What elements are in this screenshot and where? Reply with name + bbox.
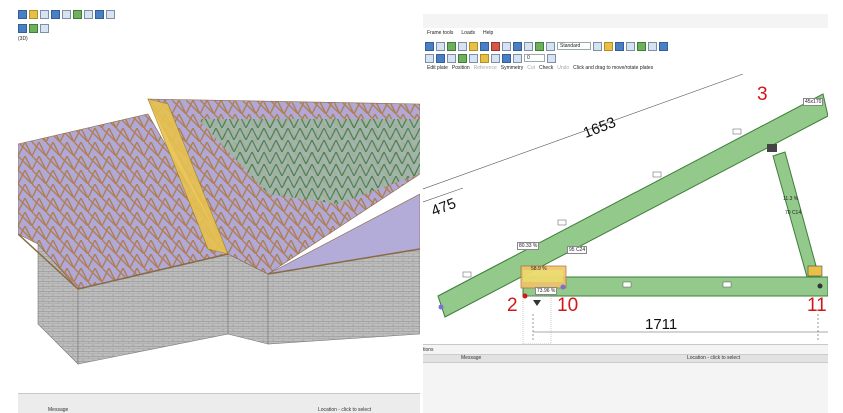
hint-bar: Edit plate Position Reference Symmetry C…: [427, 65, 653, 71]
toolbar-row-2: [18, 22, 49, 34]
print-icon[interactable]: [513, 53, 522, 63]
messages-panel: tions Message Location - click to select: [423, 344, 828, 413]
pen-icon[interactable]: [626, 41, 636, 51]
zoom-box-icon[interactable]: [62, 9, 71, 19]
pan-icon[interactable]: [18, 9, 27, 19]
toolbar-secondary: 0: [425, 52, 556, 64]
messages-panel-title: tions: [423, 347, 434, 353]
table-icon[interactable]: [447, 53, 456, 63]
menu-loads[interactable]: Loads: [461, 30, 475, 36]
hint-symmetry[interactable]: Symmetry: [501, 65, 524, 71]
square-icon[interactable]: [615, 41, 625, 51]
frame-icon[interactable]: [659, 41, 669, 51]
hint-reference[interactable]: Reference: [474, 65, 497, 71]
brush-icon[interactable]: [29, 9, 38, 19]
export-icon[interactable]: [502, 53, 511, 63]
plate-annotation-3: 73.96 %: [535, 287, 558, 295]
grid-icon[interactable]: [524, 41, 533, 51]
status-message-header: Message: [48, 407, 69, 413]
messages-header-row: Message Location - click to select: [423, 354, 828, 363]
rotate-icon[interactable]: [84, 9, 93, 19]
select-icon[interactable]: [40, 9, 49, 19]
plate-size-label: 95 C24: [567, 246, 588, 254]
hint-check[interactable]: Check: [539, 65, 553, 71]
select-icon[interactable]: [425, 41, 434, 51]
hint-instruction: Click and drag to move/rotate plates: [573, 65, 654, 71]
status-location-header[interactable]: Location - click to select: [318, 407, 371, 413]
dimension-icon[interactable]: [546, 41, 555, 51]
pencil-icon[interactable]: [648, 41, 658, 51]
menu-bar: Frame tools Loads Help: [423, 14, 828, 36]
grid-icon[interactable]: [18, 23, 27, 33]
dropdown-icon[interactable]: [593, 41, 603, 51]
dimension-1711[interactable]: 1711: [645, 316, 677, 333]
list-icon[interactable]: [469, 53, 478, 63]
right-truss-editor: Frame tools Loads Help Standard 0 Edit p…: [423, 14, 828, 413]
view-tab-label[interactable]: (3D): [18, 36, 28, 42]
snap-icon[interactable]: [29, 23, 38, 33]
hint-position[interactable]: Position: [452, 65, 470, 71]
node-icon[interactable]: [458, 41, 467, 51]
hint-edit-plate[interactable]: Edit plate: [427, 65, 448, 71]
rafter-size-label: 45x170: [803, 98, 824, 106]
messages-col-message: Message: [461, 355, 482, 361]
fit-icon[interactable]: [95, 9, 104, 19]
plate-annotation-2: 58.9 %: [531, 266, 547, 272]
zoom-icon[interactable]: [51, 9, 60, 19]
layer-icon[interactable]: [106, 9, 115, 19]
plate-icon[interactable]: [535, 41, 544, 51]
check-icon[interactable]: [637, 41, 647, 51]
copy-icon[interactable]: [502, 41, 511, 51]
node-label-3: 3: [757, 84, 768, 105]
paint-icon[interactable]: [469, 41, 478, 51]
menu-help[interactable]: Help: [483, 30, 493, 36]
node-label-11: 11: [807, 295, 827, 316]
hint-cut[interactable]: Cut: [527, 65, 535, 71]
toolbar-main: Standard: [425, 40, 669, 52]
roof-3d-model: [18, 44, 420, 404]
left-3d-window: (3D) Message Location - click to select: [18, 0, 420, 413]
chart-icon[interactable]: [436, 53, 445, 63]
mirror-icon[interactable]: [513, 41, 522, 51]
zoom-icon[interactable]: [480, 41, 489, 51]
web-utilisation-label: 11.3 %: [783, 196, 799, 202]
delete-icon[interactable]: [491, 41, 500, 51]
plate-annotation-1: 80.33 %: [517, 242, 540, 250]
node-label-10: 10: [557, 295, 579, 316]
measure-icon[interactable]: [73, 9, 82, 19]
value-field[interactable]: 0: [524, 54, 545, 62]
settings-icon[interactable]: [40, 23, 49, 33]
messages-col-location[interactable]: Location - click to select: [687, 355, 740, 361]
web-size-label: 70 C14: [785, 210, 802, 216]
member-icon[interactable]: [447, 41, 456, 51]
window-icon[interactable]: [436, 41, 445, 51]
load-icon[interactable]: [458, 53, 467, 63]
hint-undo[interactable]: Undo: [557, 65, 569, 71]
menu-frame-tools[interactable]: Frame tools: [427, 30, 453, 36]
align-icon[interactable]: [425, 53, 434, 63]
view-selector[interactable]: Standard: [557, 42, 592, 50]
truss-drawing-canvas[interactable]: [423, 74, 828, 344]
dropdown-icon[interactable]: [546, 53, 556, 63]
circle-icon[interactable]: [604, 41, 614, 51]
left-status-bar: Message Location - click to select: [18, 393, 420, 413]
toolbar-row-1: [18, 8, 115, 20]
node-label-2: 2: [507, 295, 518, 316]
bottom-chord-member: [522, 276, 828, 297]
warn-icon[interactable]: [480, 53, 489, 63]
measure-icon[interactable]: [491, 53, 500, 63]
